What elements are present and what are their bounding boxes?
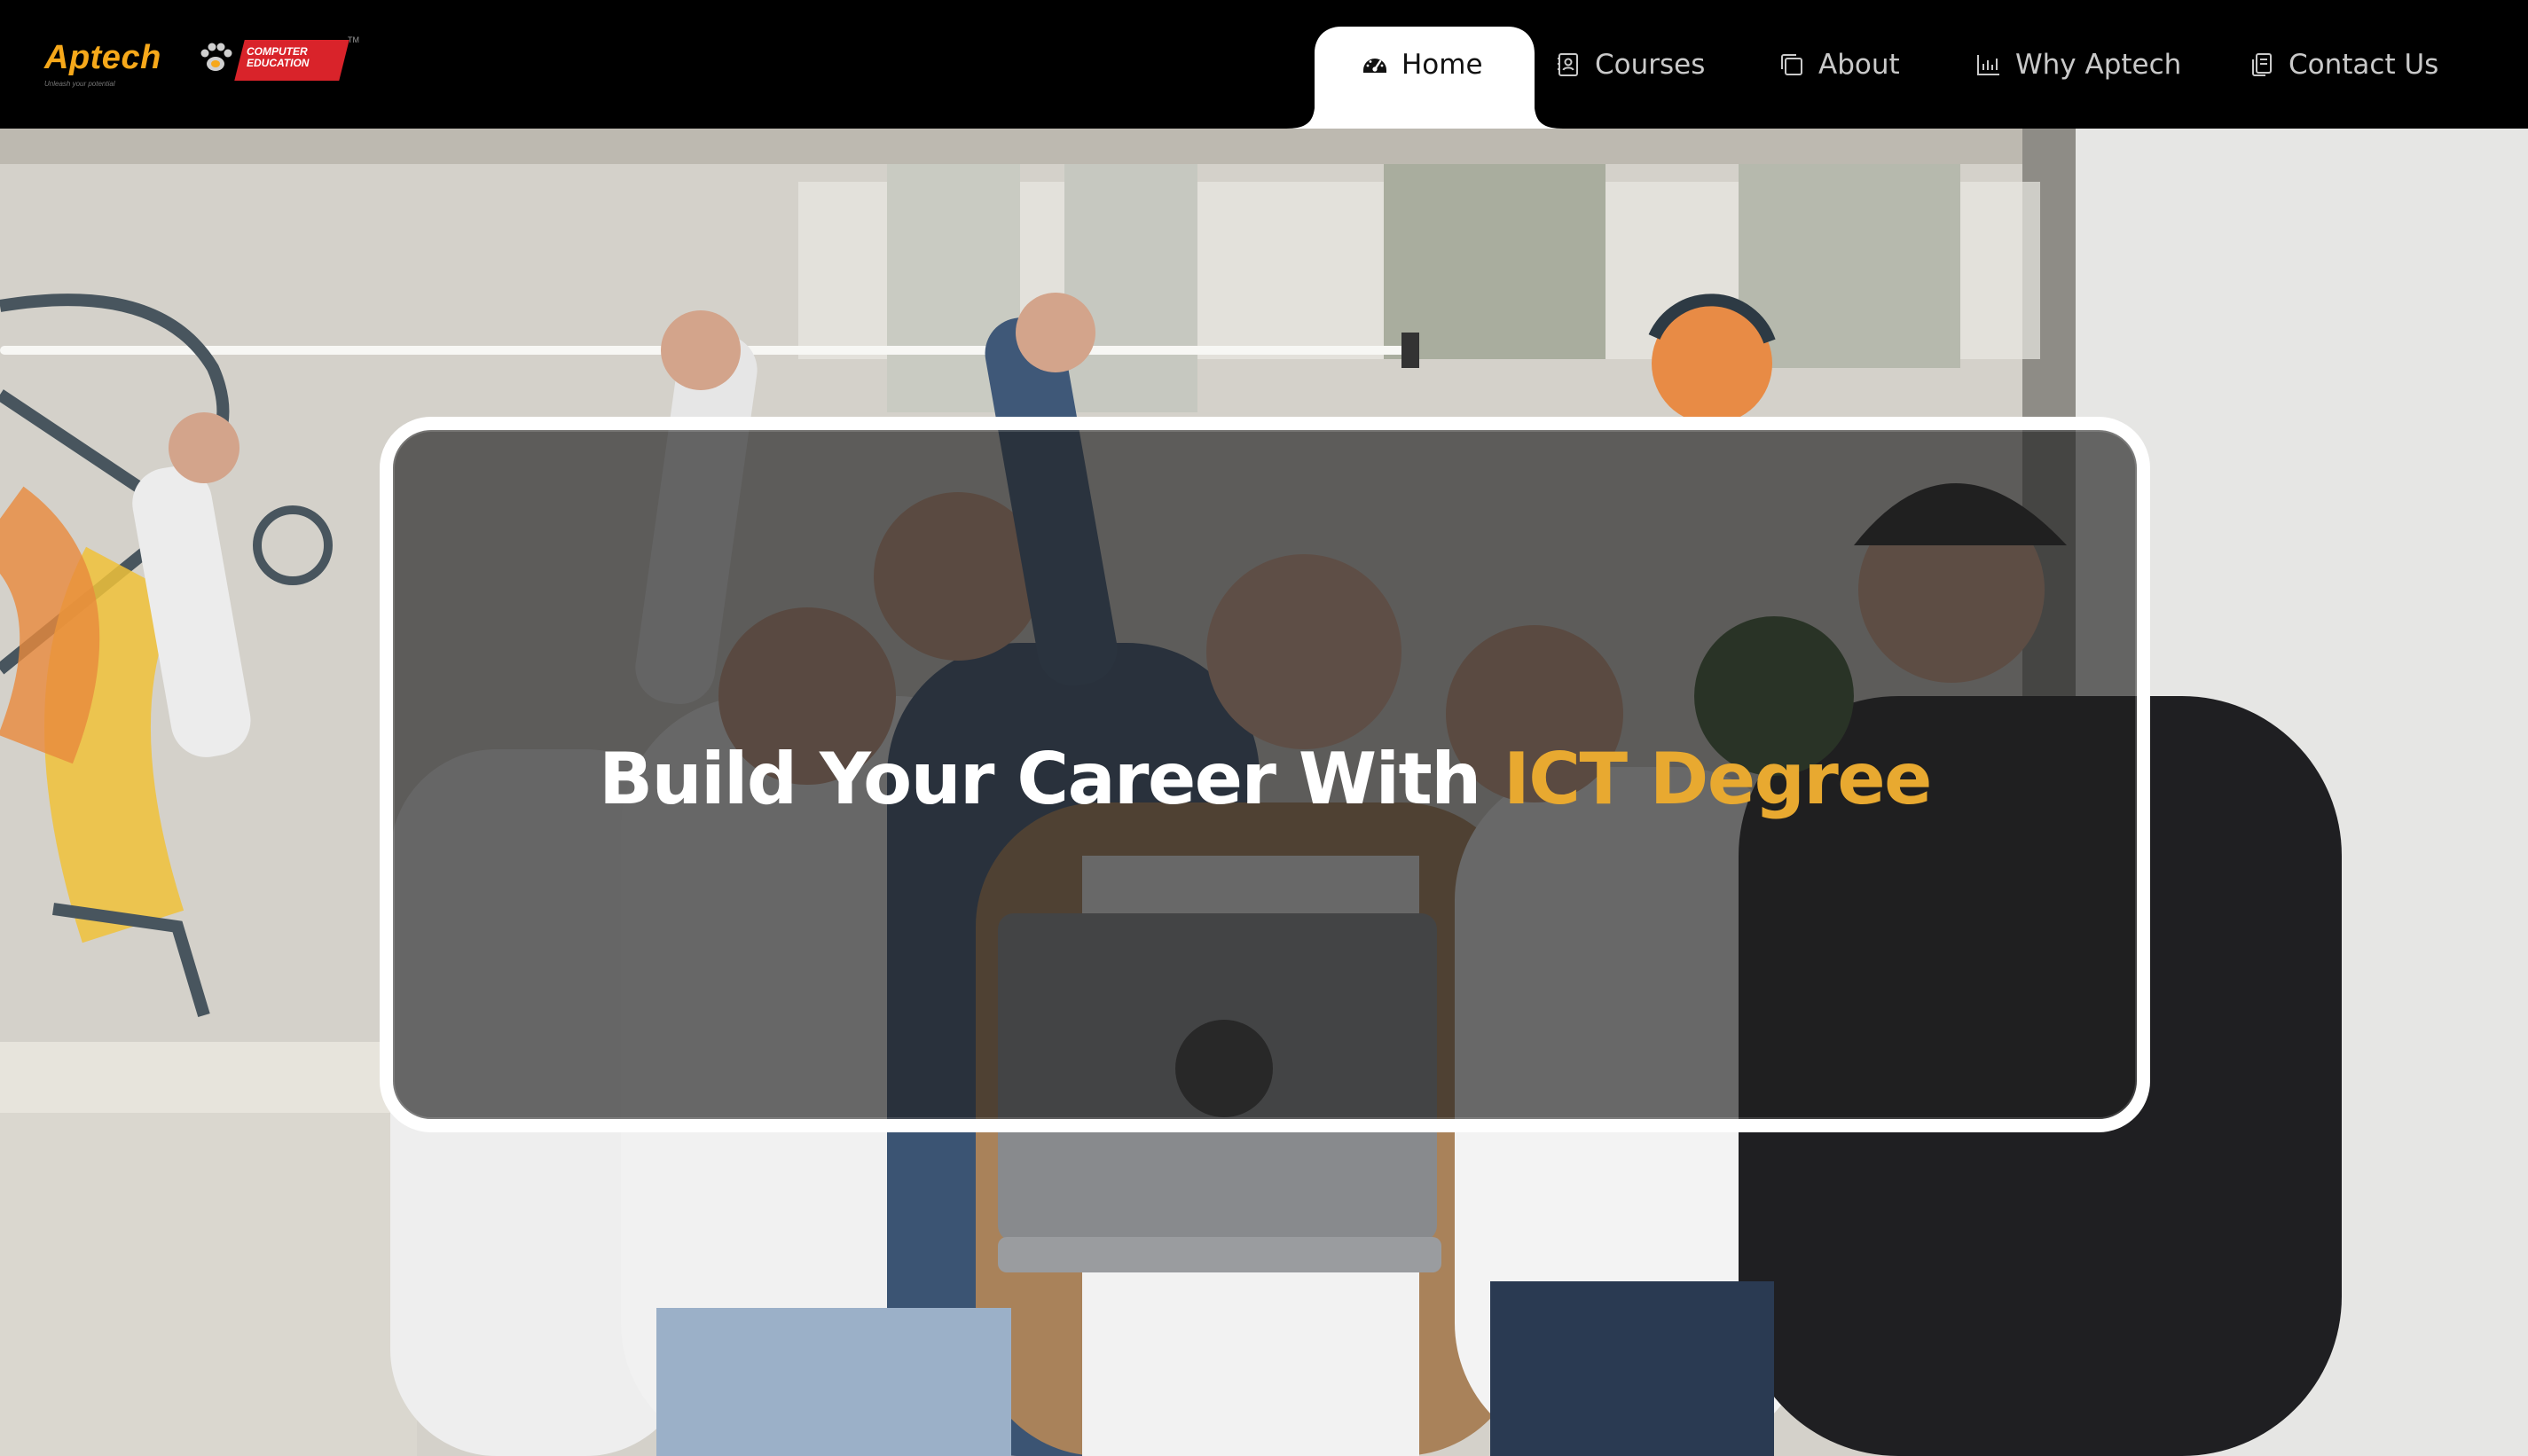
nav-why-aptech[interactable]: Why Aptech: [1975, 43, 2181, 87]
copy-square-icon: [1781, 54, 1802, 75]
hero-headline: Build Your Career With ICT Degree: [599, 738, 1932, 820]
nav-about[interactable]: About: [1778, 43, 1900, 87]
bar-chart-icon: [1977, 55, 1999, 75]
dashboard-icon: [1363, 59, 1386, 73]
nav-contact-us-label: Contact Us: [2289, 49, 2439, 81]
main-navigation: Home Courses About Why Aptech Contact Us: [0, 0, 2528, 129]
nav-contact-us[interactable]: Contact Us: [2248, 43, 2438, 87]
headline-main: Build Your Career With: [599, 738, 1504, 820]
nav-about-label: About: [1818, 49, 1900, 81]
contact-card-icon: [1558, 53, 1578, 76]
nav-home-label: Home: [1401, 49, 1483, 81]
copy-document-icon: [2252, 53, 2272, 76]
nav-courses-label: Courses: [1595, 49, 1706, 81]
top-navbar: Aptech Computer Education Unleash your p…: [0, 0, 2528, 129]
nav-home[interactable]: Home: [1361, 43, 1483, 87]
headline-accent: ICT Degree: [1503, 738, 1932, 820]
nav-why-aptech-label: Why Aptech: [2015, 49, 2182, 81]
hero-section: Build Your Career With ICT Degree: [0, 129, 2528, 1456]
nav-courses[interactable]: Courses: [1554, 43, 1705, 87]
hero-headline-card: Build Your Career With ICT Degree: [380, 417, 2150, 1132]
